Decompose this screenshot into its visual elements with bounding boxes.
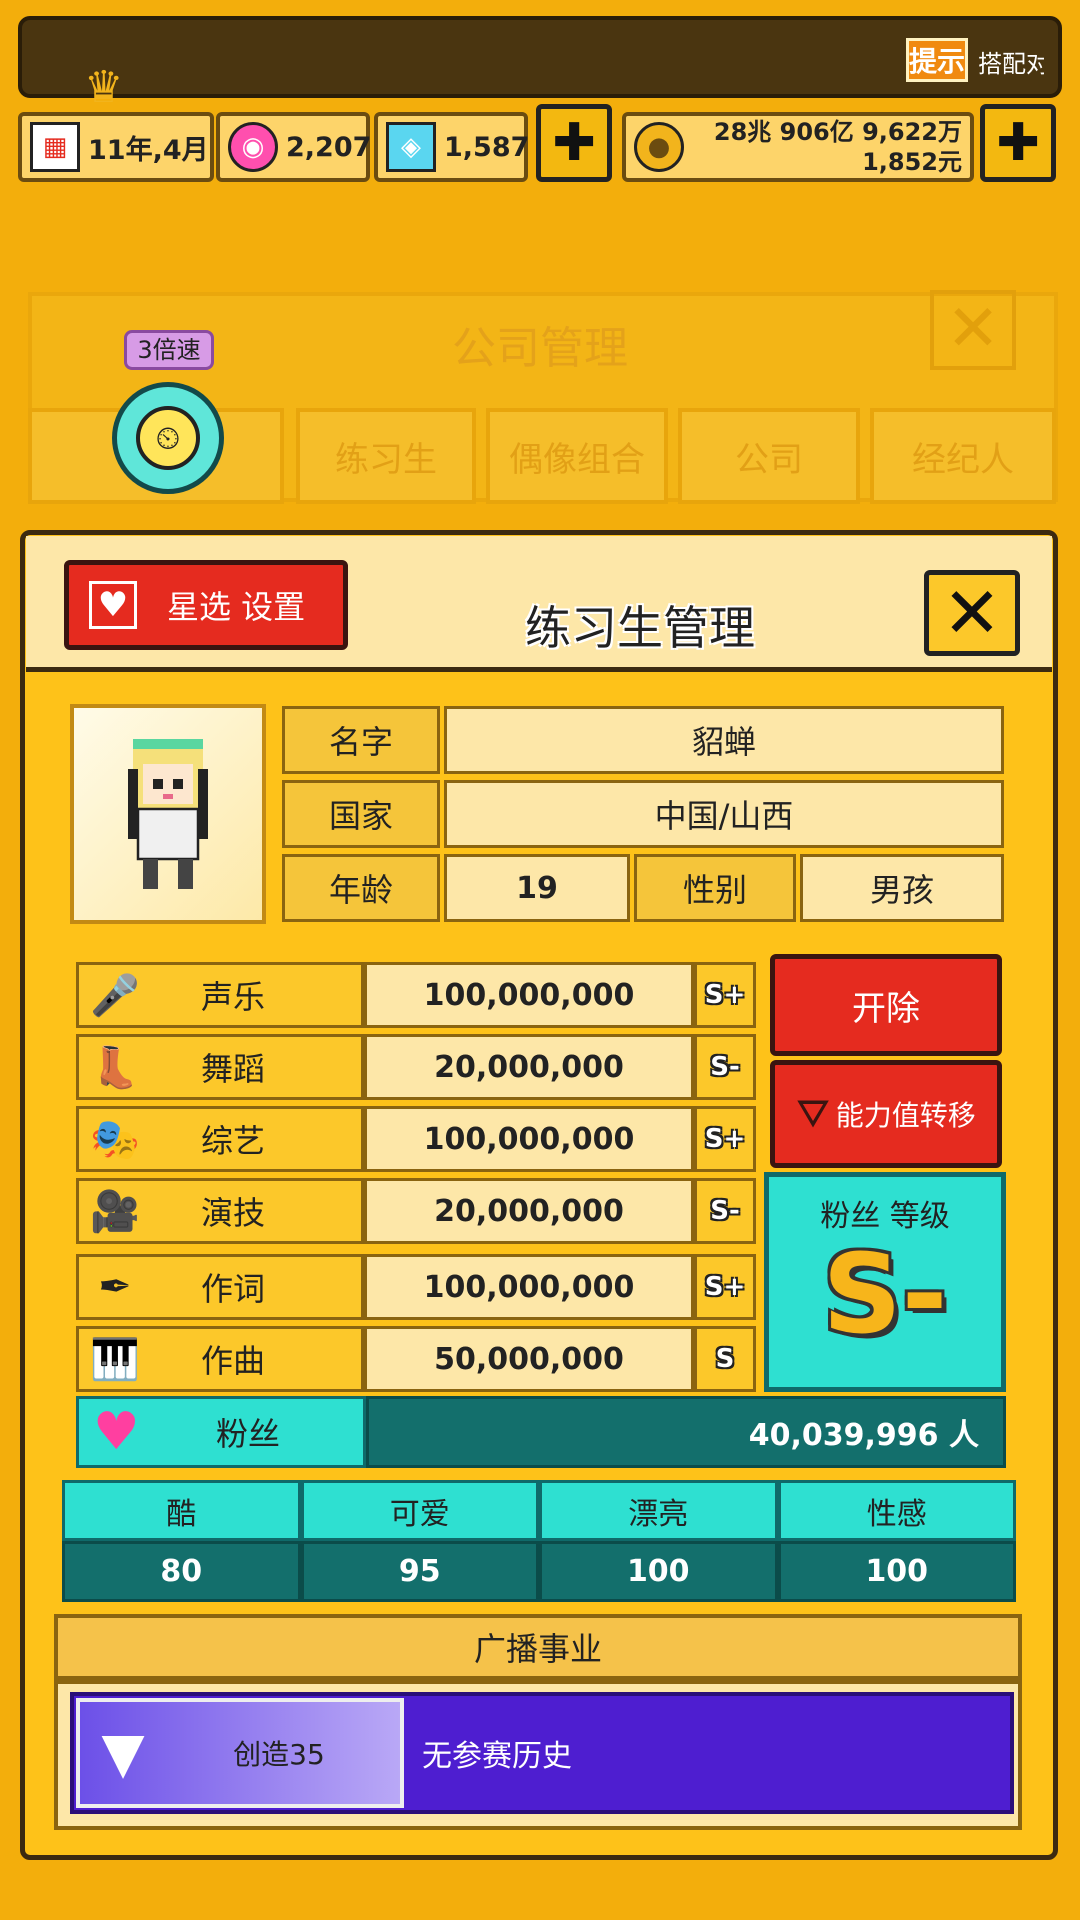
skill-row: 🎭 综艺 100,000,000 S+ <box>76 1106 756 1172</box>
skill-row: 👢 舞蹈 20,000,000 S- <box>76 1034 756 1100</box>
fans-row: ♥ 粉丝 40,039,996 人 <box>76 1396 1006 1468</box>
add-gems-button[interactable]: ✚ <box>536 104 612 182</box>
gender-value: 男孩 <box>800 854 1004 922</box>
pink-gem-icon: ◉ <box>228 122 278 172</box>
background-close-icon: ✕ <box>930 290 1016 370</box>
transfer-stats-button[interactable]: ⛛ 能力值转移 <box>770 1060 1002 1168</box>
attribute-value: 95 <box>300 1541 539 1602</box>
microphone-icon: 🎤 <box>90 972 140 1019</box>
attribute-name: 漂亮 <box>539 1480 778 1541</box>
crown-icon: ♛ <box>84 62 124 113</box>
skill-name: 作词 <box>200 1270 265 1308</box>
background-tab: 偶像组合 <box>486 408 668 504</box>
add-money-button[interactable]: ✚ <box>980 104 1056 182</box>
trainee-avatar <box>70 704 266 924</box>
coin-icon: ● <box>634 122 684 172</box>
background-tab: 练习生 <box>296 408 476 504</box>
skill-value: 100,000,000 <box>364 1254 694 1320</box>
skill-value: 20,000,000 <box>364 1034 694 1100</box>
broadcast-header: 广播事业 <box>54 1614 1022 1680</box>
tornado-icon: ▼ <box>101 1720 145 1786</box>
panel-title: 练习生管理 <box>525 601 755 655</box>
transfer-icon: ⛛ <box>796 1091 830 1137</box>
camera-icon: 🎥 <box>90 1188 140 1235</box>
blue-gem-value: 1,587 <box>444 131 530 163</box>
tip-button[interactable]: 提示 <box>906 38 968 82</box>
money-display: ● 28兆 906亿 9,622万 1,852元 <box>622 112 974 182</box>
country-value: 中国/山西 <box>444 780 1004 848</box>
skill-value: 20,000,000 <box>364 1178 694 1244</box>
attribute-value: 80 <box>62 1541 301 1602</box>
tip-text: 搭配对 <box>978 50 1044 78</box>
character-sprite <box>128 739 208 889</box>
fans-label: 粉丝 <box>215 1415 280 1453</box>
background-tab: 公司 <box>678 408 860 504</box>
program-history: 无参赛历史 <box>422 1739 572 1774</box>
boot-icon: 👢 <box>90 1044 140 1091</box>
program-name: 创造35 <box>233 1738 325 1771</box>
skill-grade: S+ <box>694 962 756 1028</box>
background-tab: 经纪人 <box>870 408 1056 504</box>
blue-gem-icon: ◈ <box>386 122 436 172</box>
fan-grade-label: 粉丝 等级 <box>820 1199 950 1234</box>
age-label: 年龄 <box>282 854 440 922</box>
skill-name: 舞蹈 <box>200 1050 265 1088</box>
attributes-table: 酷 可爱 漂亮 性感 80 95 100 100 <box>62 1480 1016 1602</box>
transfer-label: 能力值转移 <box>835 1099 976 1132</box>
clock-icon: ⏲ <box>136 406 200 470</box>
skill-row: 🎥 演技 20,000,000 S- <box>76 1178 756 1244</box>
skill-value: 100,000,000 <box>364 962 694 1028</box>
skill-name: 综艺 <box>200 1122 265 1160</box>
mask-icon: 🎭 <box>90 1116 140 1163</box>
skill-row: 🎹 作曲 50,000,000 S <box>76 1326 756 1392</box>
speed-badge: 3倍速 <box>124 330 214 370</box>
money-line2: 1,852元 <box>862 148 962 176</box>
fan-grade-box: 粉丝 等级 S- <box>764 1172 1006 1392</box>
country-label: 国家 <box>282 780 440 848</box>
pen-icon: ✒ <box>98 1264 132 1310</box>
money-line1: 28兆 906亿 9,622万 <box>713 118 962 146</box>
skill-grade: S- <box>694 1178 756 1244</box>
speed-clock-button[interactable]: ⏲ <box>112 382 224 494</box>
fire-button[interactable]: 开除 <box>770 954 1002 1056</box>
skill-grade: S <box>694 1326 756 1392</box>
skill-name: 作曲 <box>200 1342 265 1380</box>
skill-grade: S+ <box>694 1106 756 1172</box>
calendar-icon: ▦ <box>30 122 80 172</box>
date-display: ▦ 11年,4月 <box>18 112 214 182</box>
attribute-value: 100 <box>777 1541 1016 1602</box>
star-settings-button[interactable]: ♥ 星选 设置 <box>64 560 348 650</box>
star-settings-label: 星选 设置 <box>167 588 306 626</box>
close-button[interactable]: ✕ <box>924 570 1020 656</box>
skill-name: 演技 <box>200 1194 265 1232</box>
pink-gem-display: ◉ 2,207 <box>216 112 372 182</box>
attribute-value: 100 <box>539 1541 778 1602</box>
program-card: ▼ 创造35 <box>76 1698 404 1808</box>
attribute-name: 性感 <box>777 1480 1016 1541</box>
background-panel-title: 公司管理 <box>452 323 628 374</box>
heart-icon: ♥ <box>93 1402 140 1462</box>
age-value: 19 <box>444 854 630 922</box>
skill-name: 声乐 <box>200 978 265 1016</box>
fan-grade-value: S- <box>822 1230 948 1358</box>
name-label: 名字 <box>282 706 440 774</box>
piano-icon: 🎹 <box>90 1336 140 1383</box>
heart-icon: ♥ <box>89 581 137 629</box>
name-value: 貂蝉 <box>444 706 1004 774</box>
skill-value: 100,000,000 <box>364 1106 694 1172</box>
skill-grade: S+ <box>694 1254 756 1320</box>
pink-gem-value: 2,207 <box>286 131 372 163</box>
attribute-name: 酷 <box>62 1480 301 1541</box>
skill-grade: S- <box>694 1034 756 1100</box>
fans-value: 40,039,996 人 <box>366 1396 1006 1468</box>
skill-row: 🎤 声乐 100,000,000 S+ <box>76 962 756 1028</box>
skill-row: ✒ 作词 100,000,000 S+ <box>76 1254 756 1320</box>
broadcast-item[interactable]: ▼ 创造35 无参赛历史 <box>70 1692 1014 1814</box>
gender-label: 性别 <box>634 854 796 922</box>
date-value: 11年,4月 <box>88 134 209 166</box>
attribute-name: 可爱 <box>300 1480 539 1541</box>
skill-value: 50,000,000 <box>364 1326 694 1392</box>
blue-gem-display: ◈ 1,587 <box>374 112 530 182</box>
